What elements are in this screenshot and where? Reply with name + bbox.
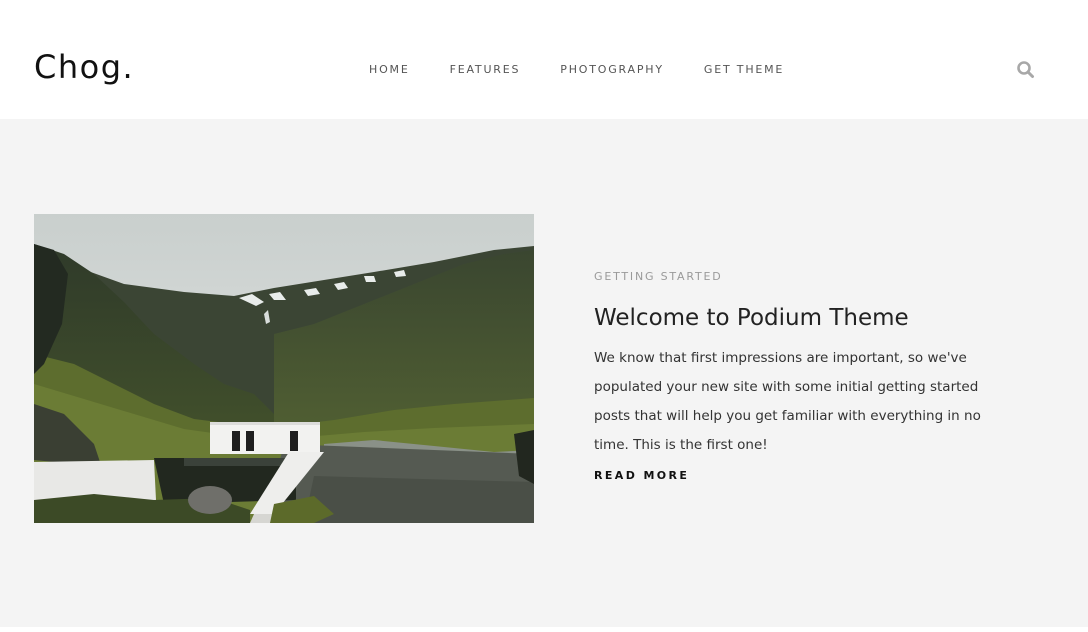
- nav-item-get-theme[interactable]: GET THEME: [704, 61, 784, 79]
- post-excerpt: We know that first impressions are impor…: [594, 350, 981, 453]
- search-icon[interactable]: [1016, 60, 1036, 80]
- post-content: GETTING STARTED Welcome to Podium Theme …: [594, 268, 994, 485]
- post-tag[interactable]: GETTING STARTED: [594, 268, 994, 286]
- post-feature-image[interactable]: [34, 214, 534, 523]
- landscape-photo: [34, 214, 534, 523]
- nav-item-features[interactable]: FEATURES: [450, 61, 521, 79]
- site-header: Chog. HOME FEATURES PHOTOGRAPHY GET THEM…: [0, 0, 1088, 119]
- read-more-link[interactable]: READ MORE: [594, 467, 994, 485]
- post-title: Welcome to Podium Theme: [594, 303, 994, 333]
- nav-item-photography[interactable]: PHOTOGRAPHY: [560, 61, 664, 79]
- site-logo[interactable]: Chog.: [34, 47, 134, 87]
- nav-item-home[interactable]: HOME: [369, 61, 410, 79]
- post-title-link[interactable]: Welcome to Podium Theme: [594, 305, 909, 331]
- main-nav: HOME FEATURES PHOTOGRAPHY GET THEME: [369, 61, 784, 79]
- page-divider: [0, 627, 1088, 632]
